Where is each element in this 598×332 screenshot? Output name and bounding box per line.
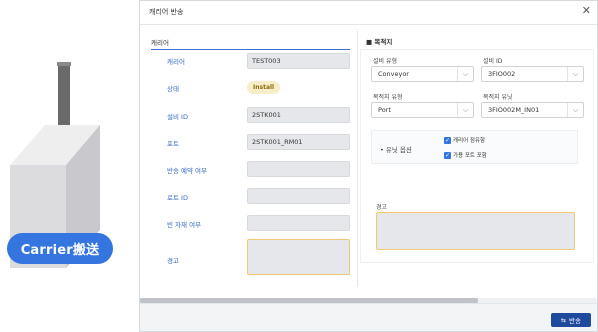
transfer-button[interactable]: ⇆ 반송 (551, 313, 591, 327)
check-icon: ✓ (444, 136, 451, 144)
transfer-icon: ⇆ (561, 316, 567, 324)
equipment-id-select[interactable]: 3FIO002 ⌵ (481, 66, 584, 82)
equipment-id-label: 설비 ID (167, 113, 188, 121)
empty-material-field (247, 215, 350, 231)
warning-textarea[interactable] (247, 239, 350, 275)
warning-label: 경고 (167, 257, 179, 265)
screen: Carrier搬送 캐리어 반송 ✕ 캐리어 캐리어 TEST003 상태 In… (0, 0, 598, 332)
port-label: 포트 (167, 140, 179, 148)
chevron-down-icon: ⌵ (457, 103, 473, 117)
unit-option-label: • 유닛 옵션 (380, 146, 412, 154)
carrier-section-title: 캐리어 (151, 39, 169, 47)
empty-material-label: 빈 자재 여부 (167, 221, 202, 229)
destination-unit-label: 목적지 유닛 (483, 94, 513, 101)
lot-id-field (247, 188, 350, 204)
port-field: 2STK001_RM01 (247, 134, 350, 150)
lot-id-label: 로트 ID (167, 194, 188, 202)
occupied-carrier-checkbox[interactable]: ✓ 캐리어 점유함 (444, 136, 485, 144)
carrier-label: 캐리어 (167, 58, 185, 66)
carrier-transfer-badge: Carrier搬送 (7, 233, 113, 264)
chevron-down-icon: ⌵ (567, 103, 583, 117)
destination-section-title: ■ 목적지 (366, 38, 393, 46)
destination-unit-select[interactable]: 3FIO002M_IN01 ⌵ (481, 102, 584, 118)
dialog-title: 캐리어 반송 (149, 8, 184, 16)
equipment-id-field: 2STK001 (247, 107, 350, 123)
carrier-field: TEST003 (247, 53, 350, 69)
carrier-panel: 캐리어 캐리어 TEST003 상태 Install 설비 ID 2STK001… (140, 25, 358, 287)
close-icon[interactable]: ✕ (582, 4, 591, 18)
reservation-label: 반송 예약 여부 (167, 167, 208, 175)
destination-panel: ■ 목적지 설비 유형 Conveyor ⌵ 설비 ID 3FIO002 ⌵ 목… (358, 25, 597, 287)
carrier-box-graphic (10, 62, 100, 268)
destination-box: 설비 유형 Conveyor ⌵ 설비 ID 3FIO002 ⌵ 목적지 유형 … (360, 49, 594, 263)
destination-type-select[interactable]: Port ⌵ (371, 102, 474, 118)
status-badge: Install (247, 81, 281, 94)
equipment-id-select-label: 설비 ID (483, 58, 503, 65)
destination-warning-label: 경고 (376, 204, 388, 211)
reservation-field (247, 161, 350, 177)
status-label: 상태 (167, 85, 179, 93)
section-underline (151, 49, 350, 50)
dialog-footer: ⇆ 반송 (140, 303, 597, 331)
destination-type-label: 목적지 유형 (373, 94, 403, 101)
chevron-down-icon: ⌵ (567, 67, 583, 81)
check-icon: ✓ (444, 151, 451, 159)
chevron-down-icon: ⌵ (457, 67, 473, 81)
available-port-checkbox[interactable]: ✓ 가용 포트 포함 (444, 151, 487, 159)
dialog-titlebar: 캐리어 반송 ✕ (140, 1, 597, 25)
carrier-illustration: Carrier搬送 (0, 0, 138, 332)
unit-option-box: • 유닛 옵션 ✓ 캐리어 점유함 ✓ 가용 포트 포함 (371, 130, 578, 164)
equipment-type-select[interactable]: Conveyor ⌵ (371, 66, 474, 82)
carrier-transfer-dialog: 캐리어 반송 ✕ 캐리어 캐리어 TEST003 상태 Install 설비 I… (139, 0, 598, 332)
destination-warning-textarea[interactable] (376, 212, 575, 250)
equipment-type-label: 설비 유형 (373, 58, 397, 65)
